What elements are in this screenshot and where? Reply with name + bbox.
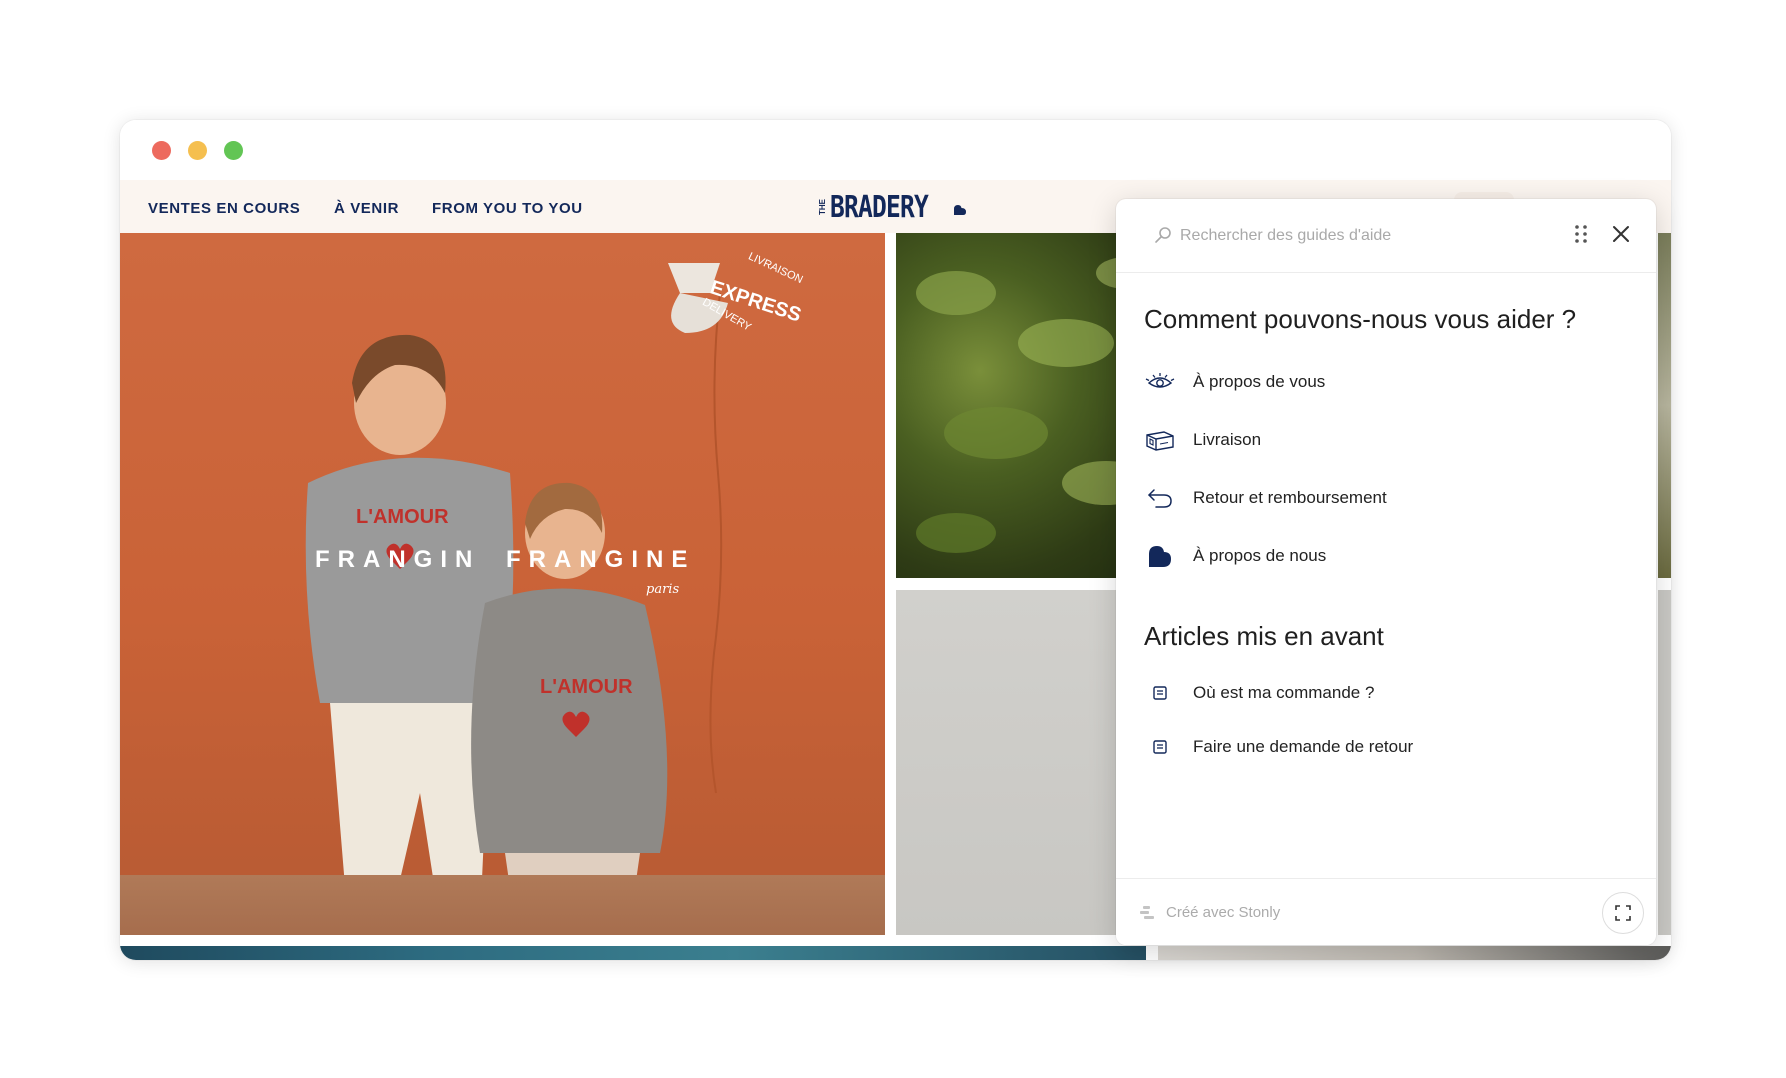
close-window-button[interactable] <box>152 141 171 160</box>
hero-brand-frangine: FRANGINE <box>506 546 696 573</box>
hero-brand-frangin: FRANGIN <box>315 546 481 573</box>
expand-panel-button[interactable] <box>1602 892 1644 934</box>
help-category-about-us[interactable]: À propos de nous <box>1142 536 1622 576</box>
return-arrow-icon <box>1142 484 1178 512</box>
product-tile-edge-bottom[interactable] <box>1658 590 1671 935</box>
minimize-window-button[interactable] <box>188 141 207 160</box>
help-category-about-you[interactable]: À propos de vous <box>1142 362 1622 402</box>
hero-banner-image[interactable]: L'AMOUR L'AMOUR LIVRAISON EXPRESS DELIVE… <box>120 233 885 935</box>
eye-icon <box>1142 368 1178 396</box>
maximize-window-button[interactable] <box>224 141 243 160</box>
bradery-logo[interactable]: THE BRADERY <box>818 189 966 225</box>
article-label: Faire une demande de retour <box>1193 737 1414 756</box>
article-icon <box>1142 679 1178 707</box>
help-search-bar <box>1116 199 1656 273</box>
search-icon <box>1155 227 1171 243</box>
created-with-stonly[interactable]: Créé avec Stonly <box>1166 904 1280 921</box>
help-category-label: Retour et remboursement <box>1193 488 1387 507</box>
package-icon <box>1142 426 1178 454</box>
product-tile-bottom-right[interactable] <box>1158 946 1671 960</box>
hero-floor <box>120 875 885 935</box>
article-icon <box>1142 733 1178 761</box>
product-tile-edge-top[interactable] <box>1658 233 1671 578</box>
help-search-input[interactable] <box>1178 221 1562 251</box>
drag-handle-icon[interactable] <box>1574 223 1588 245</box>
stonly-logo-icon <box>1140 906 1154 919</box>
help-panel-footer: Créé avec Stonly <box>1116 878 1656 945</box>
bradery-heart-icon <box>1142 542 1178 570</box>
window-titlebar <box>120 120 1671 180</box>
product-tile-bottom-left[interactable] <box>120 946 1146 960</box>
article-ou-est-ma-commande[interactable]: Où est ma commande ? <box>1142 673 1622 713</box>
featured-articles-title: Articles mis en avant <box>1144 621 1384 651</box>
nav-link-from-you-to-you[interactable]: FROM YOU TO YOU <box>432 200 583 217</box>
logo-prefix: THE <box>818 199 827 215</box>
help-category-delivery[interactable]: Livraison <box>1142 420 1622 460</box>
older-child-sweater-text: L'AMOUR <box>356 506 449 528</box>
expand-icon <box>1615 905 1631 921</box>
badge-top-text: LIVRAISON <box>746 250 804 286</box>
nav-link-ventes-en-cours[interactable]: VENTES EN COURS <box>148 200 300 217</box>
help-category-returns[interactable]: Retour et remboursement <box>1142 478 1622 518</box>
nav-link-a-venir[interactable]: À VENIR <box>334 200 399 217</box>
badge-main-text: EXPRESS <box>707 276 804 326</box>
logo-heart-icon <box>954 205 966 215</box>
help-category-label: À propos de vous <box>1193 372 1326 391</box>
close-icon[interactable] <box>1610 223 1632 245</box>
younger-child-sweater-text: L'AMOUR <box>540 676 633 698</box>
hero-illustration: L'AMOUR L'AMOUR LIVRAISON EXPRESS DELIVE… <box>305 250 805 923</box>
hero-brand-script: paris <box>646 582 680 597</box>
help-category-label: À propos de nous <box>1193 546 1327 565</box>
help-widget-panel: Comment pouvons-nous vous aider ? À prop… <box>1116 199 1656 945</box>
help-title: Comment pouvons-nous vous aider ? <box>1144 304 1577 334</box>
article-label: Où est ma commande ? <box>1193 683 1375 702</box>
article-faire-une-demande-de-retour[interactable]: Faire une demande de retour <box>1142 727 1622 767</box>
logo-wordmark: BRADERY <box>830 189 929 225</box>
help-category-label: Livraison <box>1193 430 1262 449</box>
